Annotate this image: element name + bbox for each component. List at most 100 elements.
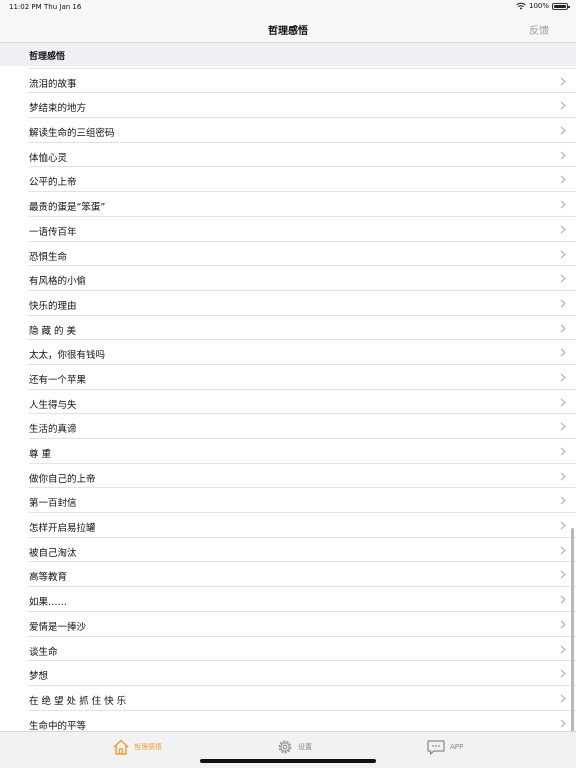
status-right: 100% bbox=[516, 2, 570, 10]
chevron-right-icon bbox=[560, 324, 566, 333]
chevron-right-icon bbox=[560, 521, 566, 530]
list-item[interactable]: 公平的上帝 bbox=[0, 167, 576, 192]
list-item[interactable]: 人生得与失 bbox=[0, 390, 576, 415]
list-item-title: 生活的真谛 bbox=[29, 424, 77, 436]
list-item-title: 做你自己的上帝 bbox=[29, 473, 96, 485]
list-item[interactable]: 高等教育 bbox=[0, 562, 576, 587]
list-item-title: 解读生命的三组密码 bbox=[29, 128, 115, 140]
chevron-right-icon bbox=[560, 274, 566, 283]
chevron-right-icon bbox=[560, 299, 566, 308]
list-item-title: 一语传百年 bbox=[29, 226, 77, 238]
list-item[interactable]: 隐 藏 的 美 bbox=[0, 316, 576, 341]
article-list-content: 往事不堪回首流泪的故事梦结束的地方解读生命的三组密码体恤心灵公平的上帝最贵的蛋是… bbox=[0, 66, 576, 731]
list-item[interactable]: 如果…… bbox=[0, 587, 576, 612]
list-item-title: 谈生命 bbox=[29, 646, 58, 658]
chevron-right-icon bbox=[560, 595, 566, 604]
article-list[interactable]: 往事不堪回首流泪的故事梦结束的地方解读生命的三组密码体恤心灵公平的上帝最贵的蛋是… bbox=[0, 66, 576, 731]
list-item[interactable]: 在 绝 望 处 抓 住 快 乐 bbox=[0, 686, 576, 711]
battery-icon bbox=[552, 2, 570, 10]
chevron-right-icon bbox=[560, 200, 566, 209]
list-item-title: 太太，你很有钱吗 bbox=[29, 350, 106, 362]
section-header: 哲理感悟 bbox=[0, 42, 576, 66]
list-item-title: 还有一个苹果 bbox=[29, 374, 87, 386]
tab-settings-label: 设置 bbox=[298, 743, 312, 751]
status-bar: 11:02 PM Thu Jan 16 100% bbox=[0, 0, 576, 14]
chevron-right-icon bbox=[560, 101, 566, 110]
list-item[interactable]: 谈生命 bbox=[0, 637, 576, 662]
list-item-title: 生命中的平等 bbox=[29, 720, 87, 731]
chevron-right-icon bbox=[560, 620, 566, 629]
list-item-title: 第一百封信 bbox=[29, 498, 77, 510]
app-screen: 11:02 PM Thu Jan 16 100% 哲理感悟 反馈 哲理感悟 往事… bbox=[0, 0, 576, 768]
home-indicator bbox=[200, 759, 376, 763]
chevron-right-icon bbox=[560, 447, 566, 456]
chevron-right-icon bbox=[560, 175, 566, 184]
list-item[interactable]: 体恤心灵 bbox=[0, 143, 576, 168]
section-title: 哲理感悟 bbox=[29, 52, 66, 62]
tab-home[interactable]: 哲理感悟 bbox=[112, 736, 162, 758]
chevron-right-icon bbox=[560, 250, 566, 258]
status-time: 11:02 PM bbox=[9, 3, 42, 11]
list-item[interactable]: 恐惧生命 bbox=[0, 242, 576, 267]
list-item-title: 快乐的理由 bbox=[29, 300, 77, 312]
list-item[interactable]: 太太，你很有钱吗 bbox=[0, 340, 576, 365]
chevron-right-icon bbox=[560, 472, 566, 481]
list-item-title: 尊 重 bbox=[29, 449, 52, 460]
chevron-right-icon bbox=[560, 694, 566, 703]
scroll-indicator[interactable] bbox=[571, 528, 574, 731]
tab-settings[interactable]: 设置 bbox=[276, 736, 312, 758]
list-item[interactable]: 有风格的小偷 bbox=[0, 266, 576, 291]
list-item[interactable]: 做你自己的上帝 bbox=[0, 464, 576, 489]
list-item[interactable]: 最贵的蛋是“笨蛋” bbox=[0, 192, 576, 217]
list-item-title: 爱情是一捧沙 bbox=[29, 621, 87, 633]
list-item-title: 在 绝 望 处 抓 住 快 乐 bbox=[29, 695, 127, 707]
feedback-button[interactable]: 反馈 bbox=[529, 22, 549, 37]
chevron-right-icon bbox=[560, 126, 566, 135]
battery-percent: 100% bbox=[528, 2, 549, 10]
list-item-title: 人生得与失 bbox=[29, 399, 77, 411]
list-item-title: 有风格的小偷 bbox=[29, 276, 87, 288]
list-item-title: 被自己淘汰 bbox=[29, 547, 77, 559]
chevron-right-icon bbox=[560, 669, 566, 678]
list-item-title: 恐惧生命 bbox=[29, 251, 68, 263]
chevron-right-icon bbox=[560, 225, 566, 234]
list-item-title: 体恤心灵 bbox=[29, 152, 68, 164]
status-date: Thu Jan 16 bbox=[44, 3, 82, 11]
list-item[interactable]: 被自己淘汰 bbox=[0, 538, 576, 563]
chevron-right-icon bbox=[560, 373, 566, 382]
chevron-right-icon bbox=[560, 719, 566, 728]
list-item[interactable]: 一语传百年 bbox=[0, 217, 576, 242]
chevron-right-icon bbox=[560, 151, 566, 160]
list-item[interactable]: 怎样开启易拉罐 bbox=[0, 513, 576, 538]
navigation-bar: 哲理感悟 反馈 bbox=[0, 14, 576, 42]
list-item-title: 怎样开启易拉罐 bbox=[29, 523, 96, 535]
chat-bubble-icon bbox=[427, 740, 445, 755]
list-item[interactable]: 生活的真谛 bbox=[0, 414, 576, 439]
tab-home-label: 哲理感悟 bbox=[134, 743, 162, 751]
chevron-right-icon bbox=[560, 645, 566, 653]
chevron-right-icon bbox=[560, 496, 566, 505]
list-item[interactable]: 第一百封信 bbox=[0, 488, 576, 513]
list-item[interactable]: 流泪的故事 bbox=[0, 69, 576, 94]
list-item-title: 最贵的蛋是“笨蛋” bbox=[29, 202, 106, 214]
chevron-right-icon bbox=[560, 422, 566, 431]
tab-app[interactable]: APP bbox=[426, 736, 463, 758]
list-item[interactable]: 快乐的理由 bbox=[0, 291, 576, 316]
list-item[interactable]: 梦想 bbox=[0, 661, 576, 686]
list-item-title: 公平的上帝 bbox=[29, 177, 77, 189]
gear-icon bbox=[278, 740, 292, 754]
chevron-right-icon bbox=[560, 77, 566, 86]
list-item[interactable]: 生命中的平等 bbox=[0, 711, 576, 731]
chevron-right-icon bbox=[560, 546, 566, 555]
list-item[interactable]: 解读生命的三组密码 bbox=[0, 118, 576, 143]
list-item[interactable]: 尊 重 bbox=[0, 439, 576, 464]
list-item[interactable]: 爱情是一捧沙 bbox=[0, 612, 576, 637]
list-item[interactable]: 梦结束的地方 bbox=[0, 93, 576, 118]
chevron-right-icon bbox=[560, 348, 566, 357]
list-item-title: 梦想 bbox=[29, 671, 49, 683]
chevron-right-icon bbox=[560, 398, 566, 407]
home-icon bbox=[113, 739, 129, 755]
list-item-title: 梦结束的地方 bbox=[29, 103, 87, 115]
list-item[interactable]: 还有一个苹果 bbox=[0, 365, 576, 390]
chevron-right-icon bbox=[560, 570, 566, 579]
